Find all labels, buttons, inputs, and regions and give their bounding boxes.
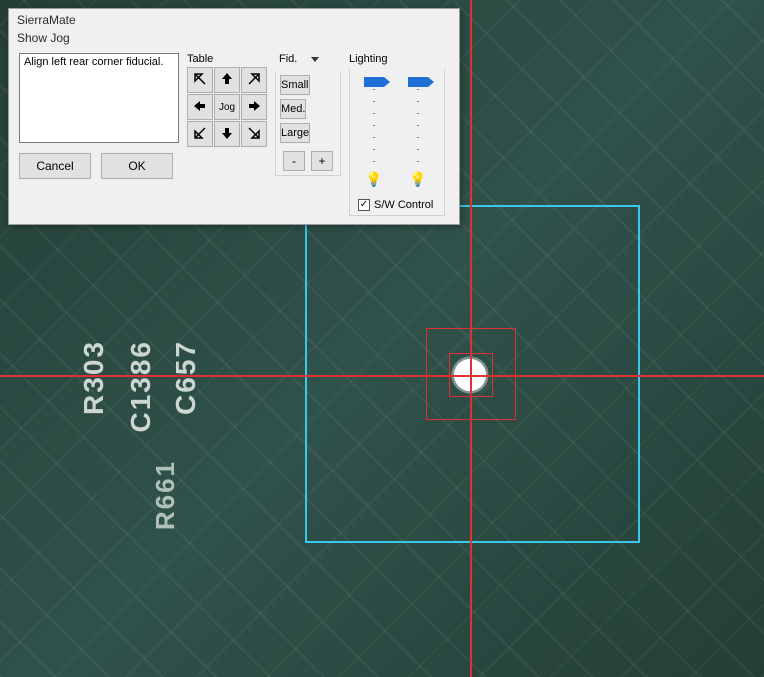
jog-down-right-button[interactable] — [241, 121, 267, 147]
jog-up-right-button[interactable] — [241, 67, 267, 93]
silkscreen-text: C657 — [170, 340, 202, 415]
jog-down-button[interactable] — [214, 121, 240, 147]
menu-show-jog[interactable]: Show Jog — [9, 29, 459, 49]
bulb-on-icon: 💡 — [408, 171, 428, 188]
lighting-slider-1[interactable]: 💡 — [364, 77, 384, 167]
jog-right-button[interactable] — [241, 94, 267, 120]
arrow-down-icon — [219, 125, 235, 144]
fid-dropdown-arrow-icon[interactable] — [311, 57, 319, 62]
jog-up-button[interactable] — [214, 67, 240, 93]
fid-section-label: Fid. — [279, 53, 297, 65]
ok-button[interactable]: OK — [101, 153, 173, 179]
slider-thumb[interactable] — [364, 77, 384, 87]
sw-control-label: S/W Control — [374, 199, 433, 211]
arrow-left-icon — [192, 98, 208, 117]
arrow-up-icon — [219, 71, 235, 90]
crosshair-horizontal — [0, 375, 764, 377]
align-fiducial-dialog: SierraMate Show Jog Align left rear corn… — [8, 8, 460, 225]
sw-control-checkbox[interactable]: ✓ — [358, 199, 370, 211]
fid-minus-button[interactable]: - — [283, 151, 305, 171]
jog-up-left-button[interactable] — [187, 67, 213, 93]
arrow-down-right-icon — [246, 125, 262, 144]
cancel-button[interactable]: Cancel — [19, 153, 91, 179]
arrow-up-right-icon — [246, 71, 262, 90]
fid-med-button[interactable]: Med. — [280, 99, 306, 119]
arrow-up-left-icon — [192, 71, 208, 90]
slider-track — [373, 77, 375, 167]
crosshair-vertical — [470, 0, 472, 677]
silkscreen-text: R661 — [150, 460, 181, 530]
fid-plus-button[interactable]: + — [311, 151, 333, 171]
instruction-message: Align left rear corner fiducial. — [19, 53, 179, 143]
jog-down-left-button[interactable] — [187, 121, 213, 147]
arrow-down-left-icon — [192, 125, 208, 144]
table-section-label: Table — [187, 53, 267, 65]
fid-small-button[interactable]: Small — [280, 75, 310, 95]
silkscreen-text: C1386 — [125, 340, 157, 433]
slider-track — [417, 77, 419, 167]
jog-left-button[interactable] — [187, 94, 213, 120]
dialog-title: SierraMate — [9, 9, 459, 29]
silkscreen-text: R303 — [78, 340, 110, 415]
lighting-slider-2[interactable]: 💡 — [408, 77, 428, 167]
jog-center-button[interactable]: Jog — [214, 94, 240, 120]
slider-thumb[interactable] — [408, 77, 428, 87]
lighting-section-label: Lighting — [349, 53, 445, 65]
fid-large-button[interactable]: Large — [280, 123, 310, 143]
arrow-right-icon — [246, 98, 262, 117]
bulb-off-icon: 💡 — [364, 171, 384, 188]
